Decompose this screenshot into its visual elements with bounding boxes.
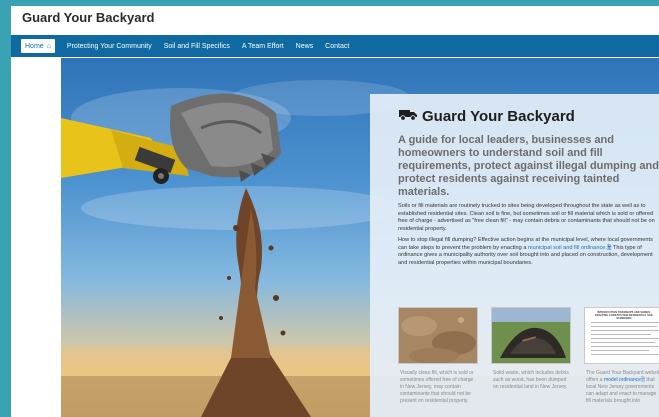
nav-home-label: Home (25, 42, 44, 50)
clean-fill-caption: Visually clean fill, which is sold or so… (400, 370, 474, 404)
thumbnail-clean-fill: Visually clean fill, which is sold or so… (398, 307, 478, 405)
solid-waste-caption: Solid waste, which includes debris such … (493, 370, 569, 390)
main-nav: Home ⌂ Protecting Your Community Soil an… (11, 35, 659, 57)
browser-page: Guard Your Backyard Home ⌂ Protecting Yo… (11, 6, 659, 417)
thumbnail-model-ordinance: INTRODUCTION TOWNSHIPS AND SHIRES: DRAFT… (584, 307, 659, 405)
document-preview-heading: INTRODUCTION TOWNSHIPS AND SHIRES: DRAFT… (594, 311, 654, 321)
truck-icon (398, 107, 418, 125)
intro-card: Guard Your Backyard A guide for local le… (370, 94, 659, 417)
nav-contact[interactable]: Contact (325, 39, 349, 53)
clean-fill-photo (398, 307, 478, 364)
thumbnail-row: Visually clean fill, which is sold or so… (398, 307, 659, 405)
site-title[interactable]: Guard Your Backyard (22, 10, 154, 25)
model-ordinance-document-preview[interactable]: INTRODUCTION TOWNSHIPS AND SHIRES: DRAFT… (584, 307, 659, 364)
model-ordinance-link[interactable]: model ordinance (604, 377, 641, 383)
nav-news[interactable]: News (296, 39, 314, 53)
nav-a-team-effort[interactable]: A Team Effort (242, 39, 284, 53)
card-title: Guard Your Backyard (398, 106, 659, 126)
thumbnail-solid-waste: Solid waste, which includes debris such … (491, 307, 571, 405)
nav-protecting-your-community[interactable]: Protecting Your Community (67, 39, 152, 53)
intro-paragraph: Soils or fill materials are routinely tr… (398, 203, 655, 232)
home-icon: ⌂ (46, 42, 51, 50)
model-ordinance-caption: The Guard Your Backyard website offers a… (584, 370, 659, 405)
ordinance-link[interactable]: municipal soil and fill ordinance. (528, 245, 607, 251)
nav-soil-and-fill-specifics[interactable]: Soil and Fill Specifics (164, 39, 230, 53)
card-title-text: Guard Your Backyard (422, 107, 575, 125)
card-subtitle: A guide for local leaders, businesses an… (398, 134, 659, 198)
ordinance-paragraph: How to stop illegal fill dumping? Effect… (398, 237, 659, 267)
nav-home[interactable]: Home ⌂ (21, 39, 55, 53)
solid-waste-photo (491, 307, 571, 364)
